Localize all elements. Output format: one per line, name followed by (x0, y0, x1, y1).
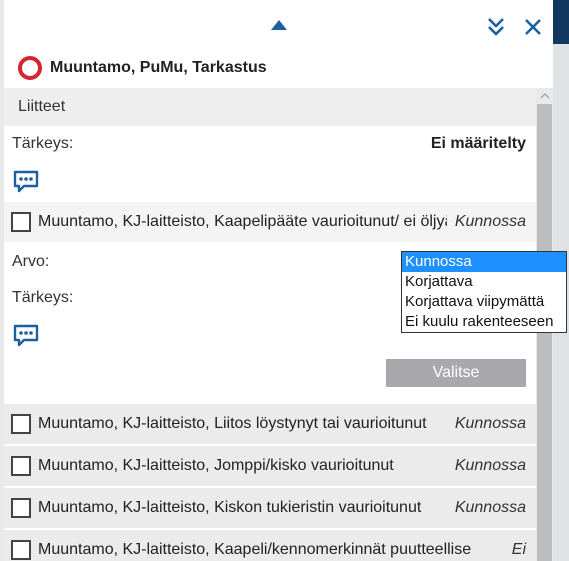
item-label: Muuntamo, KJ-laitteisto, Kaapeli/kennome… (38, 541, 472, 558)
item-label: Muuntamo, KJ-laitteisto, Kiskon tukieris… (38, 499, 422, 516)
status-ring-icon (18, 56, 42, 80)
panel-header (4, 4, 553, 48)
item-label: Muuntamo, KJ-laitteisto, Kaapelipääte va… (38, 213, 447, 230)
item-status: Kunnossa (454, 457, 526, 474)
dropdown-option[interactable]: Korjattava (402, 272, 566, 292)
attachments-label: Liitteet (18, 98, 66, 115)
item-label: Muuntamo, KJ-laitteisto, Jomppi/kisko va… (38, 457, 394, 474)
checklist-item[interactable]: Muuntamo, KJ-laitteisto, Jomppi/kisko va… (4, 446, 536, 488)
priority-value: Ei määritelty (430, 135, 526, 152)
item-status: Kunnossa (454, 415, 526, 432)
item-checkbox[interactable] (11, 540, 31, 560)
close-panel-button[interactable] (522, 16, 544, 38)
dropdown-option[interactable]: Korjattava viipymättä (402, 292, 566, 312)
checklist-item[interactable]: Muuntamo, KJ-laitteisto, Kiskon tukieris… (4, 488, 536, 530)
item-label: Muuntamo, KJ-laitteisto, Liitos löystyny… (38, 415, 427, 432)
item-checkbox[interactable] (11, 212, 31, 232)
item-priority-label: Tärkeys: (12, 289, 74, 306)
select-button[interactable]: Valitse (386, 359, 526, 387)
scroll-up-button[interactable] (536, 88, 553, 104)
item-checkbox[interactable] (11, 456, 31, 476)
caret-up-icon (271, 20, 287, 30)
app-top-bar (553, 0, 569, 44)
item-checkbox[interactable] (11, 498, 31, 518)
close-icon (525, 19, 541, 35)
item-status: Kunnossa (454, 213, 526, 230)
priority-row: Tärkeys: Ei määritelty (4, 126, 536, 162)
checklist-item[interactable]: Muuntamo, KJ-laitteisto, Liitos löystyny… (4, 404, 536, 446)
minimize-panel-button[interactable] (484, 16, 508, 38)
checklist-item-expanded[interactable]: Muuntamo, KJ-laitteisto, Kaapelipääte va… (4, 202, 536, 244)
value-label: Arvo: (12, 253, 50, 270)
comment-icon[interactable] (12, 169, 40, 195)
comment-row (4, 162, 536, 202)
task-title: Muuntamo, PuMu, Tarkastus (50, 59, 267, 76)
item-status: Kunnossa (454, 499, 526, 516)
item-checkbox[interactable] (11, 414, 31, 434)
dropdown-option[interactable]: Ei kuulu rakenteeseen (402, 312, 566, 332)
checklist-item[interactable]: Muuntamo, KJ-laitteisto, Kaapeli/kennome… (4, 530, 536, 561)
double-chevron-down-icon (488, 18, 504, 36)
comment-icon[interactable] (12, 323, 40, 349)
collapse-panel-button[interactable] (268, 16, 290, 32)
item-status: Ei (511, 541, 526, 558)
priority-label: Tärkeys: (12, 135, 74, 152)
status-dropdown-list[interactable]: Kunnossa Korjattava Korjattava viipymätt… (401, 251, 567, 333)
attachments-section-header[interactable]: Liitteet (4, 88, 536, 126)
task-title-row: Muuntamo, PuMu, Tarkastus (4, 48, 553, 88)
select-row: Valitse (4, 356, 536, 404)
dropdown-option-selected[interactable]: Kunnossa (402, 252, 566, 272)
chevron-up-icon (540, 93, 549, 99)
